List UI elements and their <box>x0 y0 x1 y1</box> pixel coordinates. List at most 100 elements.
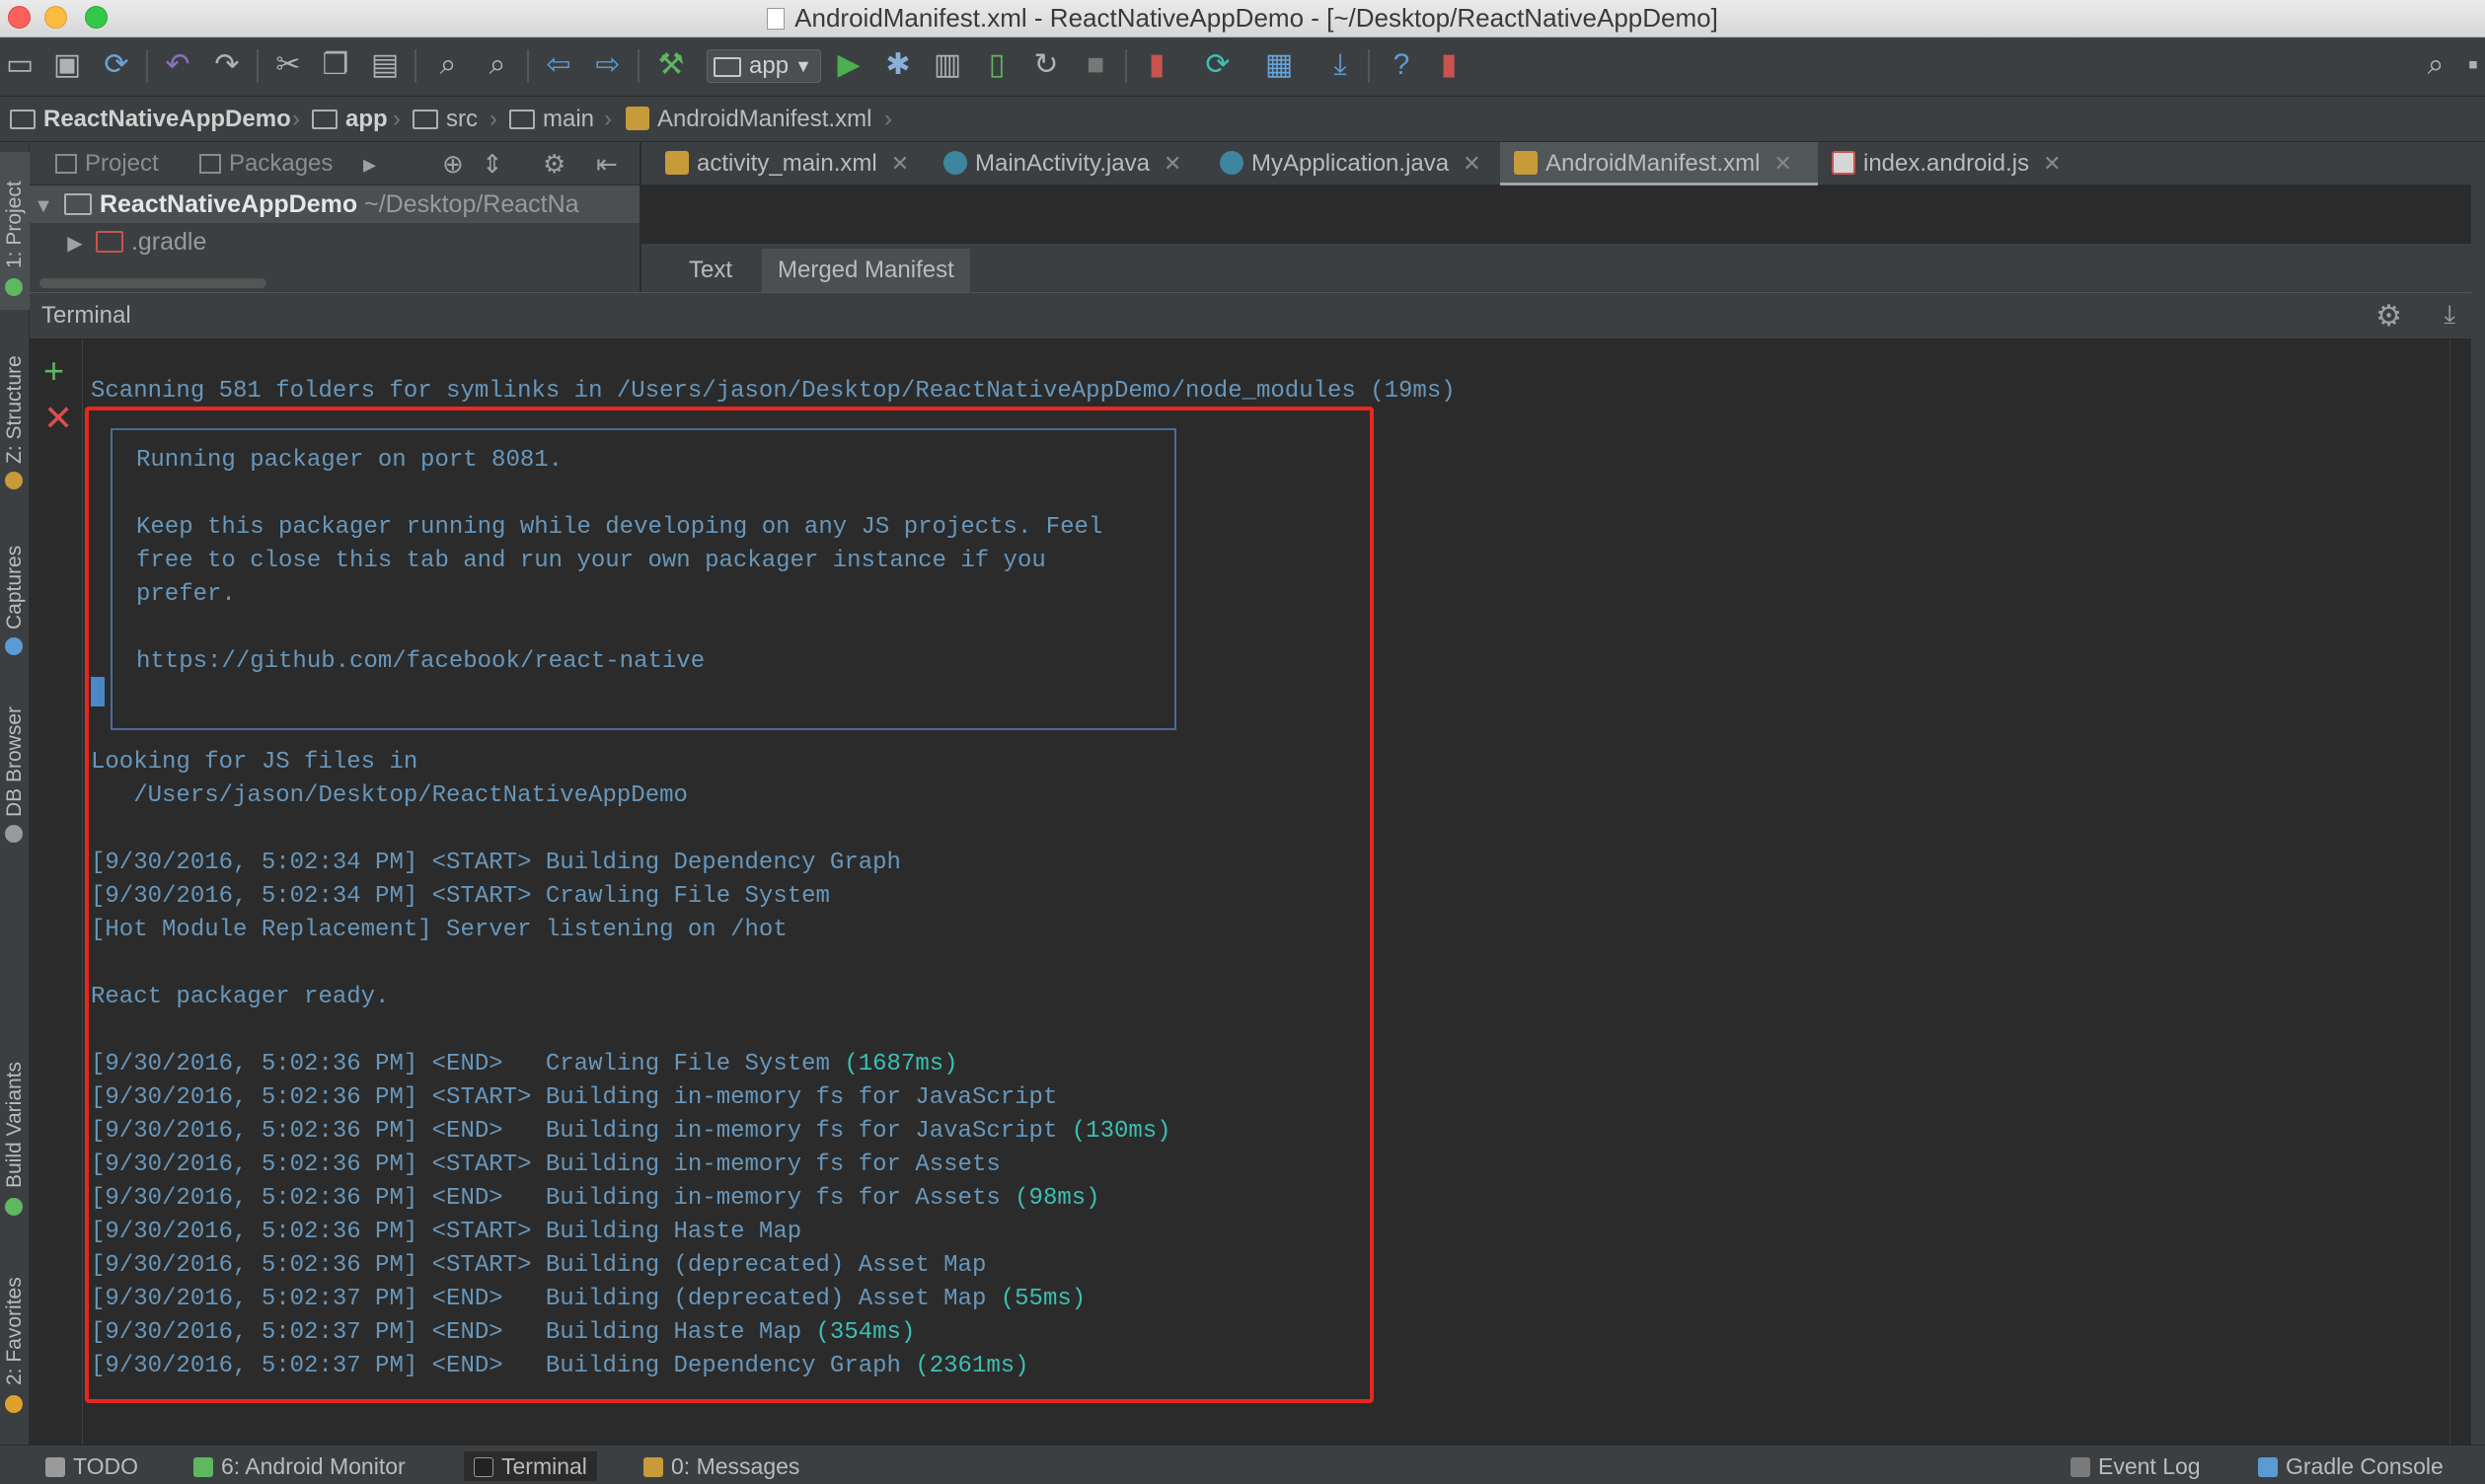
avd-icon[interactable]: ▮ <box>1139 47 1174 83</box>
close-icon[interactable]: ✕ <box>1463 142 1480 186</box>
editor-content[interactable] <box>641 186 2471 245</box>
gear-icon[interactable]: ⚙ <box>2375 299 2402 334</box>
folder-icon <box>509 110 535 129</box>
java-class-icon <box>943 151 967 175</box>
tool-tab-captures[interactable]: Captures <box>0 527 30 665</box>
document-icon <box>767 8 786 30</box>
folder-icon <box>10 110 36 129</box>
tab-packages[interactable]: Packages <box>199 149 333 179</box>
terminal-scrollbar[interactable] <box>2449 339 2471 1445</box>
close-icon[interactable]: ✕ <box>2043 142 2061 186</box>
messages-label: 0: Messages <box>671 1453 800 1479</box>
stop-icon[interactable]: ■ <box>1078 47 1113 83</box>
horizontal-scrollbar[interactable] <box>39 278 266 288</box>
right-tool-stripe <box>2471 142 2485 1445</box>
android-icon <box>5 1198 23 1216</box>
debug-icon[interactable]: ✱ <box>880 47 916 83</box>
xml-file-icon <box>665 151 689 175</box>
sdk-icon[interactable]: ⤓ <box>1322 47 1358 83</box>
android-monitor-tool-button[interactable]: 6: Android Monitor <box>193 1451 406 1481</box>
find-icon[interactable]: ⌕ <box>430 47 466 83</box>
chevron-right-icon[interactable]: ▸ <box>363 149 376 179</box>
terminal-line: Scanning 581 folders for symlinks in /Us… <box>91 378 1456 405</box>
folder-icon <box>312 110 338 129</box>
sync-icon[interactable]: ⟳ <box>99 47 134 83</box>
tool-tab-build-variants[interactable]: Build Variants <box>0 1040 30 1237</box>
tree-item-gradle[interactable]: ▶ .gradle <box>30 223 640 260</box>
close-icon[interactable]: ✕ <box>891 142 909 186</box>
tool-tab-structure[interactable]: Z: Structure <box>0 335 30 493</box>
close-icon[interactable]: ✕ <box>1164 142 1181 186</box>
hide-panel-icon[interactable]: ⤓ <box>2445 299 2456 331</box>
red-highlight-annotation <box>85 407 1374 1403</box>
paste-icon[interactable]: ▤ <box>367 47 403 83</box>
cut-icon[interactable]: ✂ <box>270 47 306 83</box>
java-class-icon <box>1220 151 1243 175</box>
todo-tool-button[interactable]: TODO <box>45 1451 138 1481</box>
project-structure-icon[interactable]: ▦ <box>1261 47 1297 83</box>
gradle-console-label: Gradle Console <box>2286 1453 2444 1479</box>
terminal-tool-button[interactable]: Terminal <box>464 1451 597 1481</box>
make-icon[interactable]: ⚒ <box>653 47 689 83</box>
copy-icon[interactable]: ❐ <box>318 47 353 83</box>
tab-activity-main-xml[interactable]: activity_main.xml ✕ <box>651 142 930 186</box>
gear-icon[interactable]: ⚙ <box>543 149 565 179</box>
tree-root-row[interactable]: ▼ ReactNativeAppDemo ~/Desktop/ReactNa <box>30 186 640 223</box>
close-icon[interactable]: ✕ <box>1773 142 1791 186</box>
breadcrumb-separator-icon: › <box>393 106 401 132</box>
messages-tool-button[interactable]: 0: Messages <box>643 1451 799 1481</box>
toolbar-separator <box>414 49 416 83</box>
subtab-merged-manifest[interactable]: Merged Manifest <box>762 249 970 292</box>
forward-icon[interactable]: ⇨ <box>590 47 626 83</box>
run-config-select[interactable]: app ▼ <box>707 49 821 83</box>
gradle-console-tool-button[interactable]: Gradle Console <box>2258 1451 2444 1481</box>
run-icon[interactable]: ▶ <box>831 47 866 83</box>
xml-file-icon <box>1514 151 1538 175</box>
tree-root-path: ~/Desktop/ReactNa <box>364 190 579 218</box>
undo-icon[interactable]: ↶ <box>160 47 195 83</box>
subtab-text[interactable]: Text <box>673 249 748 292</box>
breadcrumb-main[interactable]: main <box>509 105 594 134</box>
breadcrumb-manifest[interactable]: AndroidManifest.xml <box>626 105 871 134</box>
search-icon[interactable]: ⌕ <box>2418 47 2453 83</box>
breadcrumb-project[interactable]: ReactNativeAppDemo <box>10 105 291 134</box>
tab-main-activity-java[interactable]: MainActivity.java ✕ <box>930 142 1206 186</box>
event-log-tool-button[interactable]: Event Log <box>2071 1451 2201 1481</box>
tool-tab-project[interactable]: 1: Project <box>0 152 30 310</box>
breadcrumb-label: AndroidManifest.xml <box>657 106 872 132</box>
breadcrumb-src[interactable]: src <box>413 105 478 134</box>
scroll-from-source-icon[interactable]: ⊕ <box>442 149 464 179</box>
terminal-label: Terminal <box>501 1453 587 1479</box>
todo-label: TODO <box>73 1453 139 1479</box>
breadcrumb-app[interactable]: app <box>312 105 388 134</box>
close-session-icon[interactable]: ✕ <box>43 401 73 436</box>
replace-icon[interactable]: ⌕ <box>480 47 515 83</box>
help-icon[interactable]: ? <box>1384 47 1419 83</box>
title-bar: AndroidManifest.xml - ReactNativeAppDemo… <box>0 0 2485 37</box>
android-monitor-label: 6: Android Monitor <box>221 1453 406 1479</box>
tab-my-application-java[interactable]: MyApplication.java ✕ <box>1206 142 1500 186</box>
back-icon[interactable]: ⇦ <box>541 47 576 83</box>
tool-tab-favorites[interactable]: 2: Favorites <box>0 1257 30 1435</box>
collapse-all-icon[interactable]: ⇕ <box>482 149 503 179</box>
tool-tab-db-browser[interactable]: DB Browser <box>0 701 30 858</box>
monitor-icon[interactable]: ▮ <box>1431 47 1467 83</box>
tab-android-manifest-xml[interactable]: AndroidManifest.xml ✕ <box>1500 142 1818 186</box>
attach-icon[interactable]: ↻ <box>1028 47 1064 83</box>
folder-icon <box>413 110 438 129</box>
gradle-sync-icon[interactable]: ⟳ <box>1200 47 1236 83</box>
user-icon[interactable]: ▪ <box>2455 47 2485 83</box>
tab-index-android-js[interactable]: index.android.js ✕ <box>1818 142 2084 186</box>
run-config-label: app <box>749 52 790 79</box>
status-bar: TODO 6: Android Monitor Terminal 0: Mess… <box>0 1445 2485 1484</box>
redo-icon[interactable]: ↷ <box>209 47 245 83</box>
tab-project[interactable]: Project <box>55 149 159 179</box>
structure-icon <box>5 472 23 489</box>
hide-panel-icon[interactable]: ⇤ <box>596 149 618 179</box>
expanded-arrow-icon: ▼ <box>34 195 53 217</box>
coverage-icon[interactable]: ▥ <box>930 47 965 83</box>
add-session-icon[interactable]: + <box>43 353 64 389</box>
open-icon[interactable]: ▭ <box>2 47 38 83</box>
profile-icon[interactable]: ▯ <box>979 47 1015 83</box>
save-icon[interactable]: ▣ <box>49 47 85 83</box>
